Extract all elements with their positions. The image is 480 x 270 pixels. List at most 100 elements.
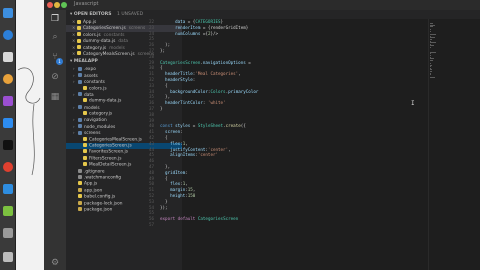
- code-text: flex:1,: [170, 140, 188, 146]
- js-file-icon: [77, 45, 81, 50]
- js-file-icon: [77, 19, 81, 24]
- file-icon: [83, 143, 87, 148]
- tree-item-label: app.json: [84, 188, 103, 194]
- folder-icon: [78, 79, 82, 84]
- code-text: export default CategoriesScreen: [160, 216, 239, 222]
- folder-icon: [78, 124, 82, 129]
- tree-item-label: data: [84, 92, 94, 98]
- explorer-icon[interactable]: ❐: [50, 14, 60, 24]
- tree-item-label: package.json: [84, 207, 113, 213]
- minimize-window-button[interactable]: [54, 2, 60, 8]
- open-editor-path: constants: [103, 32, 125, 38]
- minimap-line: [430, 31, 431, 32]
- code-editor[interactable]: 22 data = {CATEGORIES} 23 renderItem = {r…: [138, 19, 428, 270]
- android-dock-icon[interactable]: [3, 206, 13, 216]
- minimap-line: [430, 74, 431, 76]
- open-editor-name: dummy-data.js: [83, 39, 116, 45]
- tree-item-label: navigation: [84, 118, 107, 124]
- open-editors-label: OPEN EDITORS: [73, 12, 112, 17]
- code-text: {: [160, 134, 168, 140]
- file-icon: [78, 187, 82, 192]
- minimap-line: [430, 26, 433, 28]
- file-icon: [78, 194, 82, 199]
- code-text: {: [160, 82, 168, 88]
- close-window-button[interactable]: [47, 2, 53, 8]
- photos-dock-icon[interactable]: [3, 74, 13, 84]
- app-store-dock-icon[interactable]: [3, 118, 13, 128]
- open-editor-name: App.js: [83, 20, 97, 25]
- open-editor-path: data: [118, 39, 129, 45]
- finder-dock-icon[interactable]: [3, 8, 13, 18]
- window-title: Javascript: [74, 1, 99, 7]
- folder-icon: [78, 105, 82, 110]
- file-icon: [83, 111, 87, 116]
- tree-item-label: .watchmanconfig: [84, 175, 121, 181]
- tree-item-label: package-lock.json: [84, 201, 123, 207]
- tree-item-label: FiltersScreen.js: [89, 156, 122, 162]
- open-editor-name: colors.js: [83, 32, 101, 38]
- activity-bar: ❐ ⌕ ⑂ 1 ⊘ ▦ ⚙: [44, 10, 66, 270]
- code-text: headerStyle:: [165, 76, 196, 82]
- project-label: MEALAPP: [73, 59, 98, 65]
- folder-icon: [78, 130, 82, 135]
- open-editors-header[interactable]: ▾ OPEN EDITORS 1 UNSAVED: [66, 10, 182, 19]
- code-text: height:150: [170, 192, 196, 198]
- code-text: const styles = StyleSheet.create({: [160, 123, 246, 129]
- code-text: CategoriesScreen.navigationOptions =: [160, 59, 251, 65]
- tree-item-label: CategoriesScreen.js: [89, 143, 132, 149]
- code-text: }: [160, 105, 163, 111]
- safari-dock-icon[interactable]: [3, 30, 13, 40]
- code-text: justifyContent:'center',: [170, 146, 231, 152]
- tree-item-label: MealDetailScreen.js: [89, 162, 132, 168]
- tree-item-label: constants: [84, 80, 105, 86]
- file-icon: [83, 85, 87, 90]
- tree-item-label: FavoritesScreen.js: [89, 149, 128, 155]
- settings-gear-icon[interactable]: ⚙: [50, 258, 60, 268]
- tree-item-label: dummy-data.js: [89, 98, 122, 104]
- code-text: headerTintColor: 'white': [165, 100, 226, 106]
- file-icon: [83, 162, 87, 167]
- code-line[interactable]: 57: [138, 222, 428, 228]
- code-text: margin:15,: [170, 187, 196, 193]
- code-text: screen:: [165, 129, 183, 135]
- code-text: backgroundColor:Colors.primaryColor: [170, 88, 259, 94]
- tree-item-label: CategoriesMealScreen.js: [89, 137, 142, 143]
- tree-item-label: assets: [84, 73, 98, 79]
- folder-icon: [78, 66, 82, 71]
- search-icon[interactable]: ⌕: [50, 32, 60, 42]
- debug-icon[interactable]: ⊘: [50, 72, 60, 82]
- file-icon: [78, 168, 82, 173]
- code-text: {: [160, 65, 163, 71]
- code-text: }: [160, 198, 168, 204]
- tree-item-label: App.js: [84, 181, 98, 187]
- minimap[interactable]: [428, 19, 436, 270]
- chrome-dock-icon[interactable]: [3, 162, 13, 172]
- tree-item-label: category.js: [89, 111, 113, 117]
- code-text: numColumns ={2}/>: [175, 30, 219, 36]
- source-control-badge: 1: [56, 58, 63, 65]
- title-bar: Javascript: [44, 0, 480, 10]
- js-file-icon: [77, 25, 81, 30]
- code-text: {: [160, 175, 168, 181]
- terminal-dock-icon[interactable]: [3, 140, 13, 150]
- desktop-background: [16, 0, 44, 270]
- trash-dock-icon[interactable]: [3, 252, 13, 262]
- open-editor-path: models: [109, 45, 125, 51]
- zoom-window-button[interactable]: [61, 2, 67, 8]
- tree-item-label: screens: [84, 131, 101, 137]
- camera-dock-icon[interactable]: [3, 228, 13, 238]
- folder-icon: [78, 73, 82, 78]
- extensions-icon[interactable]: ▦: [50, 92, 60, 102]
- folder-icon: [78, 117, 82, 122]
- folder-icon: [78, 92, 82, 97]
- vscode-dock-icon[interactable]: [3, 184, 13, 194]
- unsaved-badge: 1 UNSAVED: [117, 12, 144, 17]
- podcasts-dock-icon[interactable]: [3, 96, 13, 106]
- file-icon: [78, 174, 82, 179]
- code-text: data = {CATEGORIES}: [175, 19, 224, 24]
- open-editor-name: CategoryMealsScreen.js: [83, 51, 135, 57]
- file-icon: [83, 155, 87, 160]
- tree-item-label: babel.config.js: [84, 194, 116, 200]
- minimap-line: [430, 77, 436, 79]
- app-dock-icon[interactable]: [3, 52, 13, 62]
